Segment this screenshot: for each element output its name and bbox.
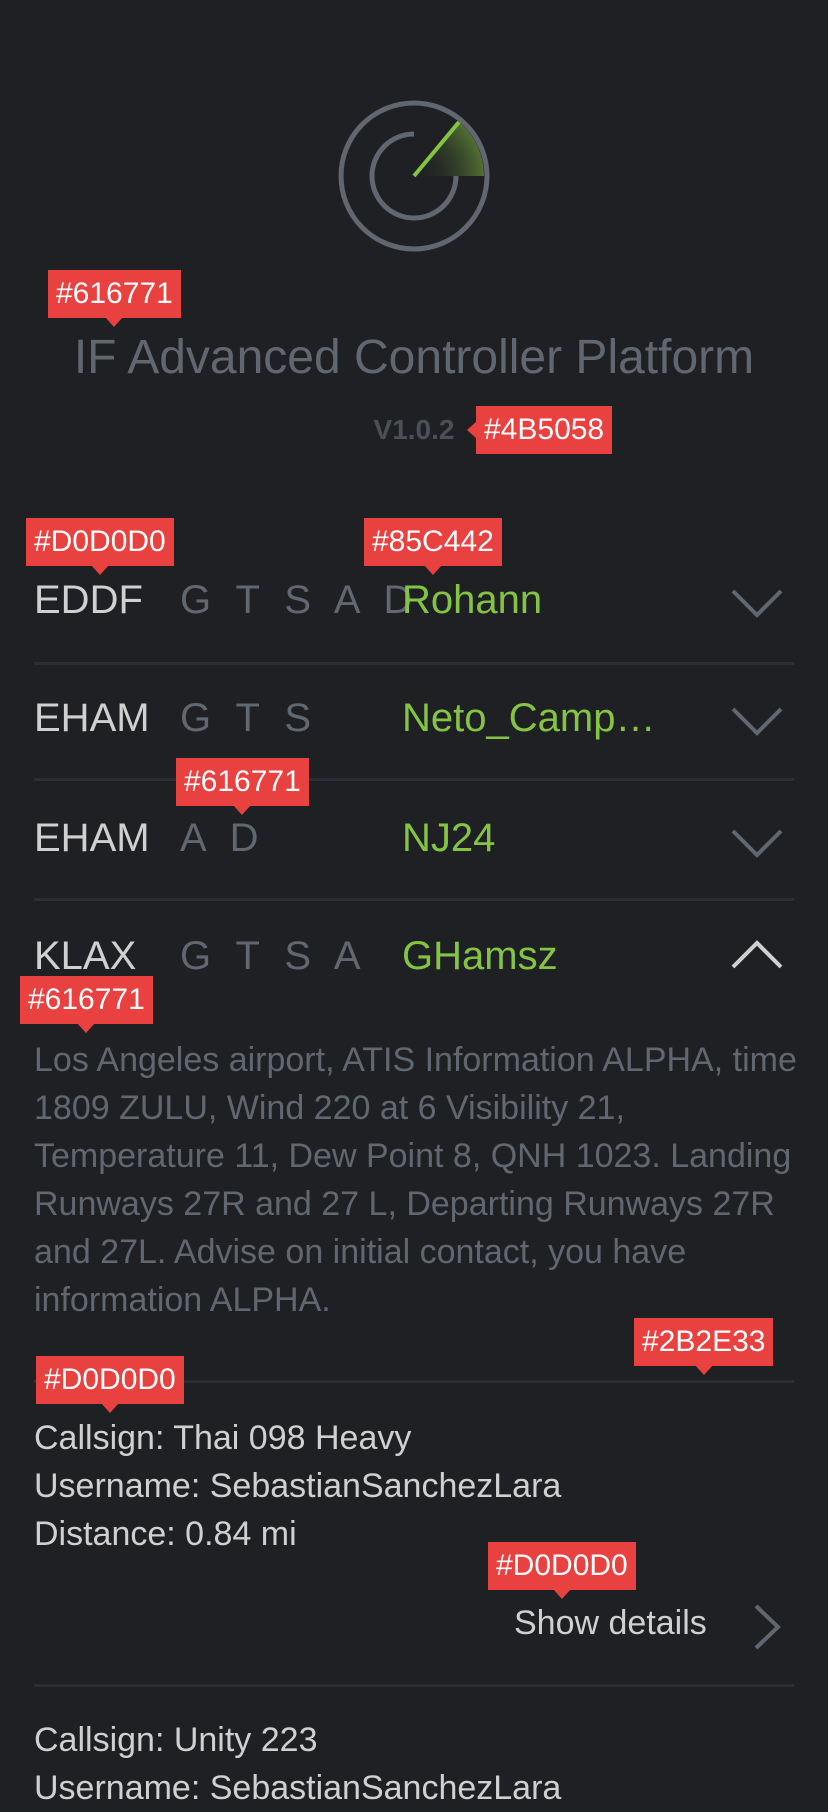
airport-row-eddf[interactable]: EDDF G T S A D Rohann	[0, 578, 828, 688]
airport-icao: EDDF	[34, 578, 143, 622]
airport-icao: KLAX	[34, 934, 137, 978]
divider	[34, 662, 794, 665]
pilot-username: Username: SebastianSanchezLara	[34, 1769, 562, 1807]
chevron-down-icon[interactable]	[730, 706, 784, 736]
pilot-card: Callsign: Unity 223 Username: SebastianS…	[34, 1716, 561, 1812]
color-tag-services: #616771	[176, 758, 309, 815]
pilot-distance: Distance: 0.84 mi	[34, 1515, 297, 1553]
airport-row-eham-2[interactable]: EHAM A D NJ24	[0, 816, 828, 926]
app-title: IF Advanced Controller Platform	[73, 331, 755, 384]
airport-services: G T S A D	[180, 578, 420, 622]
show-details-label: Show details	[514, 1604, 707, 1642]
airport-row-eham-1[interactable]: EHAM G T S Neto_Camp…	[0, 696, 828, 806]
pilot-callsign: Callsign: Unity 223	[34, 1721, 318, 1759]
pilot-username: Username: SebastianSanchezLara	[34, 1467, 562, 1505]
airport-icao: EHAM	[34, 696, 150, 740]
divider	[34, 778, 794, 781]
color-tag-controller: #85C442	[364, 518, 502, 575]
color-tag-pilot: #D0D0D0	[36, 1356, 184, 1413]
color-tag-version: #4B5058	[466, 406, 613, 454]
atis-text: Los Angeles airport, ATIS Information AL…	[34, 1041, 797, 1319]
color-tag-divider: #2B2E33	[634, 1318, 774, 1375]
chevron-up-icon[interactable]	[730, 940, 784, 970]
airport-services: A D	[180, 816, 266, 860]
airport-controller: Rohann	[402, 578, 543, 622]
pilot-callsign: Callsign: Thai 098 Heavy	[34, 1419, 412, 1457]
airport-controller: GHamsz	[402, 934, 558, 978]
airport-icao: EHAM	[34, 816, 150, 860]
chevron-down-icon[interactable]	[730, 828, 784, 858]
show-details-button[interactable]: Show details	[514, 1602, 784, 1652]
pilot-card: Callsign: Thai 098 Heavy Username: Sebas…	[34, 1414, 561, 1558]
color-tag-icao: #D0D0D0	[26, 518, 174, 575]
airport-controller: Neto_Camp…	[402, 696, 656, 740]
airport-services: G T S	[180, 696, 319, 740]
airport-services: G T S A	[180, 934, 368, 978]
chevron-down-icon[interactable]	[730, 588, 784, 618]
controller-platform-screen: IF Advanced Controller Platform V1.0.2 E…	[0, 0, 828, 1807]
radar-icon	[338, 100, 490, 252]
app-version: V1.0.2	[373, 414, 455, 445]
airport-controller: NJ24	[402, 816, 496, 860]
divider	[34, 898, 794, 901]
divider	[34, 1684, 794, 1687]
color-tag-title: #616771	[48, 270, 181, 327]
color-tag-atis: #616771	[20, 976, 153, 1033]
chevron-right-icon	[754, 1604, 781, 1650]
color-tag-show-details: #D0D0D0	[488, 1542, 636, 1599]
